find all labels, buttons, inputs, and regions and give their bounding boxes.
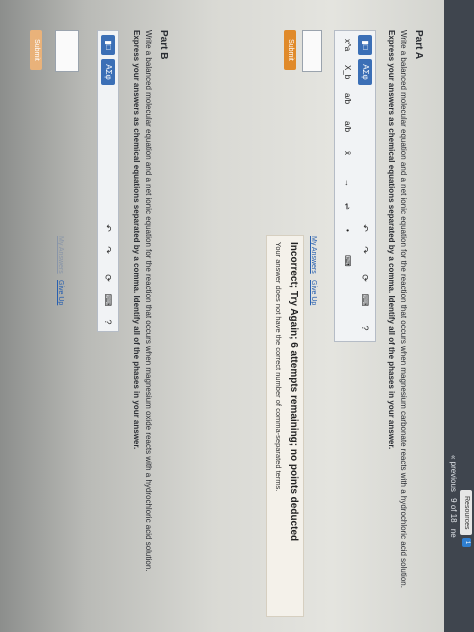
photo-frame: Resources 1 « previous 9 of 18 ne Part A…	[0, 0, 474, 632]
fraction-button-a[interactable]: a/b	[340, 93, 354, 104]
part-b-my-answers-link[interactable]: My Answers	[57, 236, 64, 274]
part-b-equation-toolbar: ▮□ ΑΣφ ↶ ↷ ⟳ ⌨ ?	[97, 30, 119, 332]
redo-icon[interactable]: ↷	[358, 243, 372, 257]
top-bar: Resources 1 « previous 9 of 18 ne	[444, 0, 474, 632]
part-b-question: Write a balanced molecular equation and …	[144, 30, 153, 572]
part-b-template-button[interactable]: ▮□	[101, 35, 115, 55]
part-a-give-up-link[interactable]: Give Up	[310, 280, 317, 305]
pager: « previous 9 of 18 ne	[449, 455, 458, 542]
part-a-question: Write a balanced molecular equation and …	[399, 30, 408, 588]
part-b-submit-button[interactable]: Submit	[30, 30, 42, 70]
help-icon[interactable]: ?	[358, 321, 372, 335]
resources-button[interactable]: Resources	[460, 490, 472, 536]
superscript-button[interactable]: x^a	[340, 39, 354, 51]
part-b-answer-box[interactable]	[55, 30, 79, 72]
bullet-button[interactable]: •	[340, 229, 354, 232]
next-link[interactable]: ne	[449, 529, 458, 538]
page-indicator: 9 of 18	[449, 498, 458, 523]
reaction-arrow-button[interactable]: →	[340, 179, 354, 187]
part-a-my-answers-link[interactable]: My Answers	[310, 236, 317, 274]
feedback-title: Incorrect; Try Again; 6 attempts remaini…	[288, 242, 299, 542]
part-a-equation-toolbar: ▮□ ΑΣφ ↶ ↷ ⟳ ⌨ ? x^a X_b a/b a/b x̄ → ⇌ …	[334, 30, 376, 342]
subscript-button[interactable]: X_b	[340, 65, 354, 79]
part-b-title: Part B	[158, 30, 169, 60]
screen-content: Resources 1 « previous 9 of 18 ne Part A…	[0, 0, 474, 632]
part-b-redo-icon[interactable]: ↷	[101, 243, 115, 257]
part-b-reset-icon[interactable]: ⟳	[101, 271, 115, 285]
keyboard-icon[interactable]: ⌨	[358, 293, 372, 307]
template-button[interactable]: ▮□	[358, 35, 372, 55]
undo-icon[interactable]: ↶	[358, 221, 372, 235]
part-b-greek-symbols-button[interactable]: ΑΣφ	[101, 59, 115, 85]
part-b-give-up-link[interactable]: Give Up	[57, 280, 64, 305]
part-b-keyboard-icon[interactable]: ⌨	[101, 293, 115, 307]
part-b-help-icon[interactable]: ?	[101, 315, 115, 329]
part-a-feedback-box: Incorrect; Try Again; 6 attempts remaini…	[266, 235, 304, 617]
resources-badge: 1	[462, 538, 471, 547]
keyboard-toggle-icon[interactable]: ⌨	[340, 255, 354, 267]
part-a-title: Part A	[413, 30, 424, 60]
part-a-answer-box[interactable]	[302, 30, 322, 72]
reset-icon[interactable]: ⟳	[358, 271, 372, 285]
part-a-submit-button[interactable]: Submit	[284, 30, 296, 70]
feedback-message: Your answer does not have the correct nu…	[274, 242, 283, 492]
equilibrium-button[interactable]: ⇌	[340, 203, 354, 210]
part-a-instruction: Express your answers as chemical equatio…	[387, 30, 396, 450]
previous-link[interactable]: « previous	[449, 455, 458, 492]
greek-symbols-button[interactable]: ΑΣφ	[358, 59, 372, 85]
part-b-undo-icon[interactable]: ↶	[101, 221, 115, 235]
part-b-instruction: Express your answers as chemical equatio…	[132, 30, 141, 450]
fraction-button-b[interactable]: a/b	[340, 121, 354, 132]
overline-button[interactable]: x̄	[340, 151, 354, 155]
